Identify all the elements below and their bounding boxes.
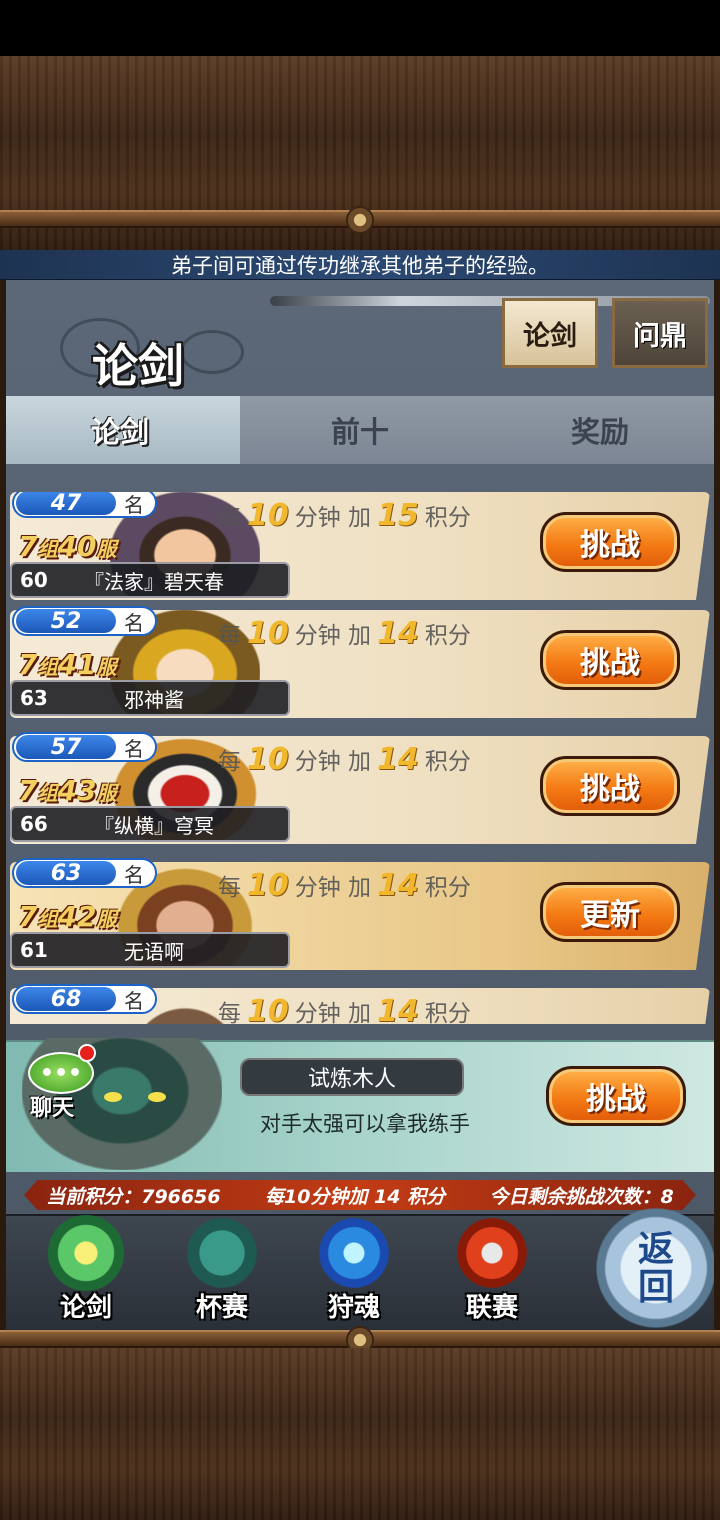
subtab-lunjian[interactable]: 论剑	[0, 396, 240, 464]
current-score: 当前积分：796656	[46, 1185, 221, 1208]
chat-label[interactable]: 聊天	[30, 1090, 74, 1122]
player-level: 60	[20, 568, 48, 592]
points-rate: 每 10 分钟 加 14 积分	[218, 868, 471, 903]
tab-lunjian[interactable]: 论剑	[502, 298, 598, 368]
back-button[interactable]: 返回	[596, 1206, 716, 1330]
page-title: 论剑	[92, 339, 184, 393]
rank-badge: 47 名	[12, 492, 157, 518]
training-dummy-desc: 对手太强可以拿我练手	[260, 1112, 470, 1136]
subtab-top-ten[interactable]: 前十	[240, 396, 480, 464]
points-rate: 每 10 分钟 加 15 积分	[218, 498, 471, 533]
score-rate: 每10分钟加 14 积分	[264, 1185, 446, 1208]
player-name: 『纵横』穹冥	[94, 813, 214, 838]
notification-dot-icon	[78, 1044, 96, 1062]
rank-badge: 68 名	[12, 984, 157, 1014]
opponent-row: 68 名 每 10 分钟 加 14 积分	[10, 984, 710, 1024]
name-plate: 66 『纵横』穹冥	[10, 806, 290, 842]
status-bar: 当前积分：796656 每10分钟加 14 积分 今日剩余挑战次数：8	[24, 1180, 696, 1210]
points-rate: 每 10 分钟 加 14 积分	[218, 994, 471, 1024]
opponent-row: 63 名 7组42服 61 无语啊 每 10 分钟 加 14 积分 更新	[10, 858, 710, 970]
challenge-button[interactable]: 挑战	[540, 512, 680, 572]
blue-flame-icon	[314, 1215, 394, 1291]
rank-badge: 57 名	[12, 732, 157, 762]
nav-cup[interactable]: 杯赛	[162, 1214, 282, 1330]
rank-number: 63	[16, 861, 116, 886]
nav-league[interactable]: 联赛	[432, 1214, 552, 1330]
opponent-list[interactable]: 47 名 7组40服 60 『法家』碧天春 每 10 分钟 加 15 积分 挑战 52 名 7…	[0, 492, 720, 1024]
server-label: 7组40服	[18, 530, 117, 563]
rank-number: 47	[16, 492, 116, 516]
opponent-row: 57 名 7组43服 66 『纵横』穹冥 每 10 分钟 加 14 积分 挑战	[10, 732, 710, 844]
training-dummy-name: 试炼木人	[240, 1058, 464, 1096]
name-plate: 61 无语啊	[10, 932, 290, 968]
dummy-eye-icon	[104, 1092, 122, 1102]
cauldron-icon	[182, 1215, 262, 1291]
player-level: 63	[20, 686, 48, 710]
rank-badge: 52 名	[12, 606, 157, 636]
player-name: 无语啊	[124, 939, 184, 964]
points-rate: 每 10 分钟 加 14 积分	[218, 742, 471, 777]
frame-rivet-icon	[346, 206, 374, 234]
swords-icon	[46, 1215, 126, 1291]
remaining-challenges: 今日剩余挑战次数：8	[489, 1185, 674, 1208]
frame-left	[0, 280, 6, 1330]
name-plate: 60 『法家』碧天春	[10, 562, 290, 598]
subtab-rewards[interactable]: 奖励	[480, 396, 720, 464]
tab-wending[interactable]: 问鼎	[612, 298, 708, 368]
tip-text: 弟子间可通过传功继承其他弟子的经验。	[171, 253, 549, 278]
rank-unit: 名	[124, 736, 144, 761]
server-label: 7组42服	[18, 900, 117, 933]
dummy-eye-icon	[148, 1092, 166, 1102]
server-label: 7组43服	[18, 774, 117, 807]
rank-number: 68	[16, 987, 116, 1012]
player-level: 61	[20, 938, 48, 962]
challenge-button[interactable]: 挑战	[540, 756, 680, 816]
drum-icon	[452, 1215, 532, 1291]
sub-tab-bar: 论剑 前十 奖励	[0, 396, 720, 464]
training-challenge-button[interactable]: 挑战	[546, 1066, 686, 1126]
rank-unit: 名	[124, 610, 144, 635]
opponent-row: 47 名 7组40服 60 『法家』碧天春 每 10 分钟 加 15 积分 挑战	[10, 492, 710, 600]
rank-unit: 名	[124, 988, 144, 1013]
refresh-button[interactable]: 更新	[540, 882, 680, 942]
rank-number: 52	[16, 609, 116, 634]
opponent-row: 52 名 7组41服 63 邪神酱 每 10 分钟 加 14 积分 挑战	[10, 606, 710, 718]
nav-lunjian[interactable]: 论剑	[26, 1214, 146, 1330]
cloud-decoration-icon	[180, 330, 244, 374]
rank-unit: 名	[124, 492, 144, 517]
wood-frame-bottom	[0, 1348, 720, 1520]
rank-unit: 名	[124, 862, 144, 887]
player-level: 66	[20, 812, 48, 836]
server-label: 7组41服	[18, 648, 117, 681]
frame-right	[714, 280, 720, 1330]
nav-soul-hunt[interactable]: 狩魂	[294, 1214, 414, 1330]
points-rate: 每 10 分钟 加 14 积分	[218, 616, 471, 651]
name-plate: 63 邪神酱	[10, 680, 290, 716]
rank-number: 57	[16, 735, 116, 760]
challenge-button[interactable]: 挑战	[540, 630, 680, 690]
player-name: 『法家』碧天春	[84, 569, 224, 594]
tip-bar: 弟子间可通过传功继承其他弟子的经验。	[0, 250, 720, 280]
player-name: 邪神酱	[124, 687, 184, 712]
rank-badge: 63 名	[12, 858, 157, 888]
